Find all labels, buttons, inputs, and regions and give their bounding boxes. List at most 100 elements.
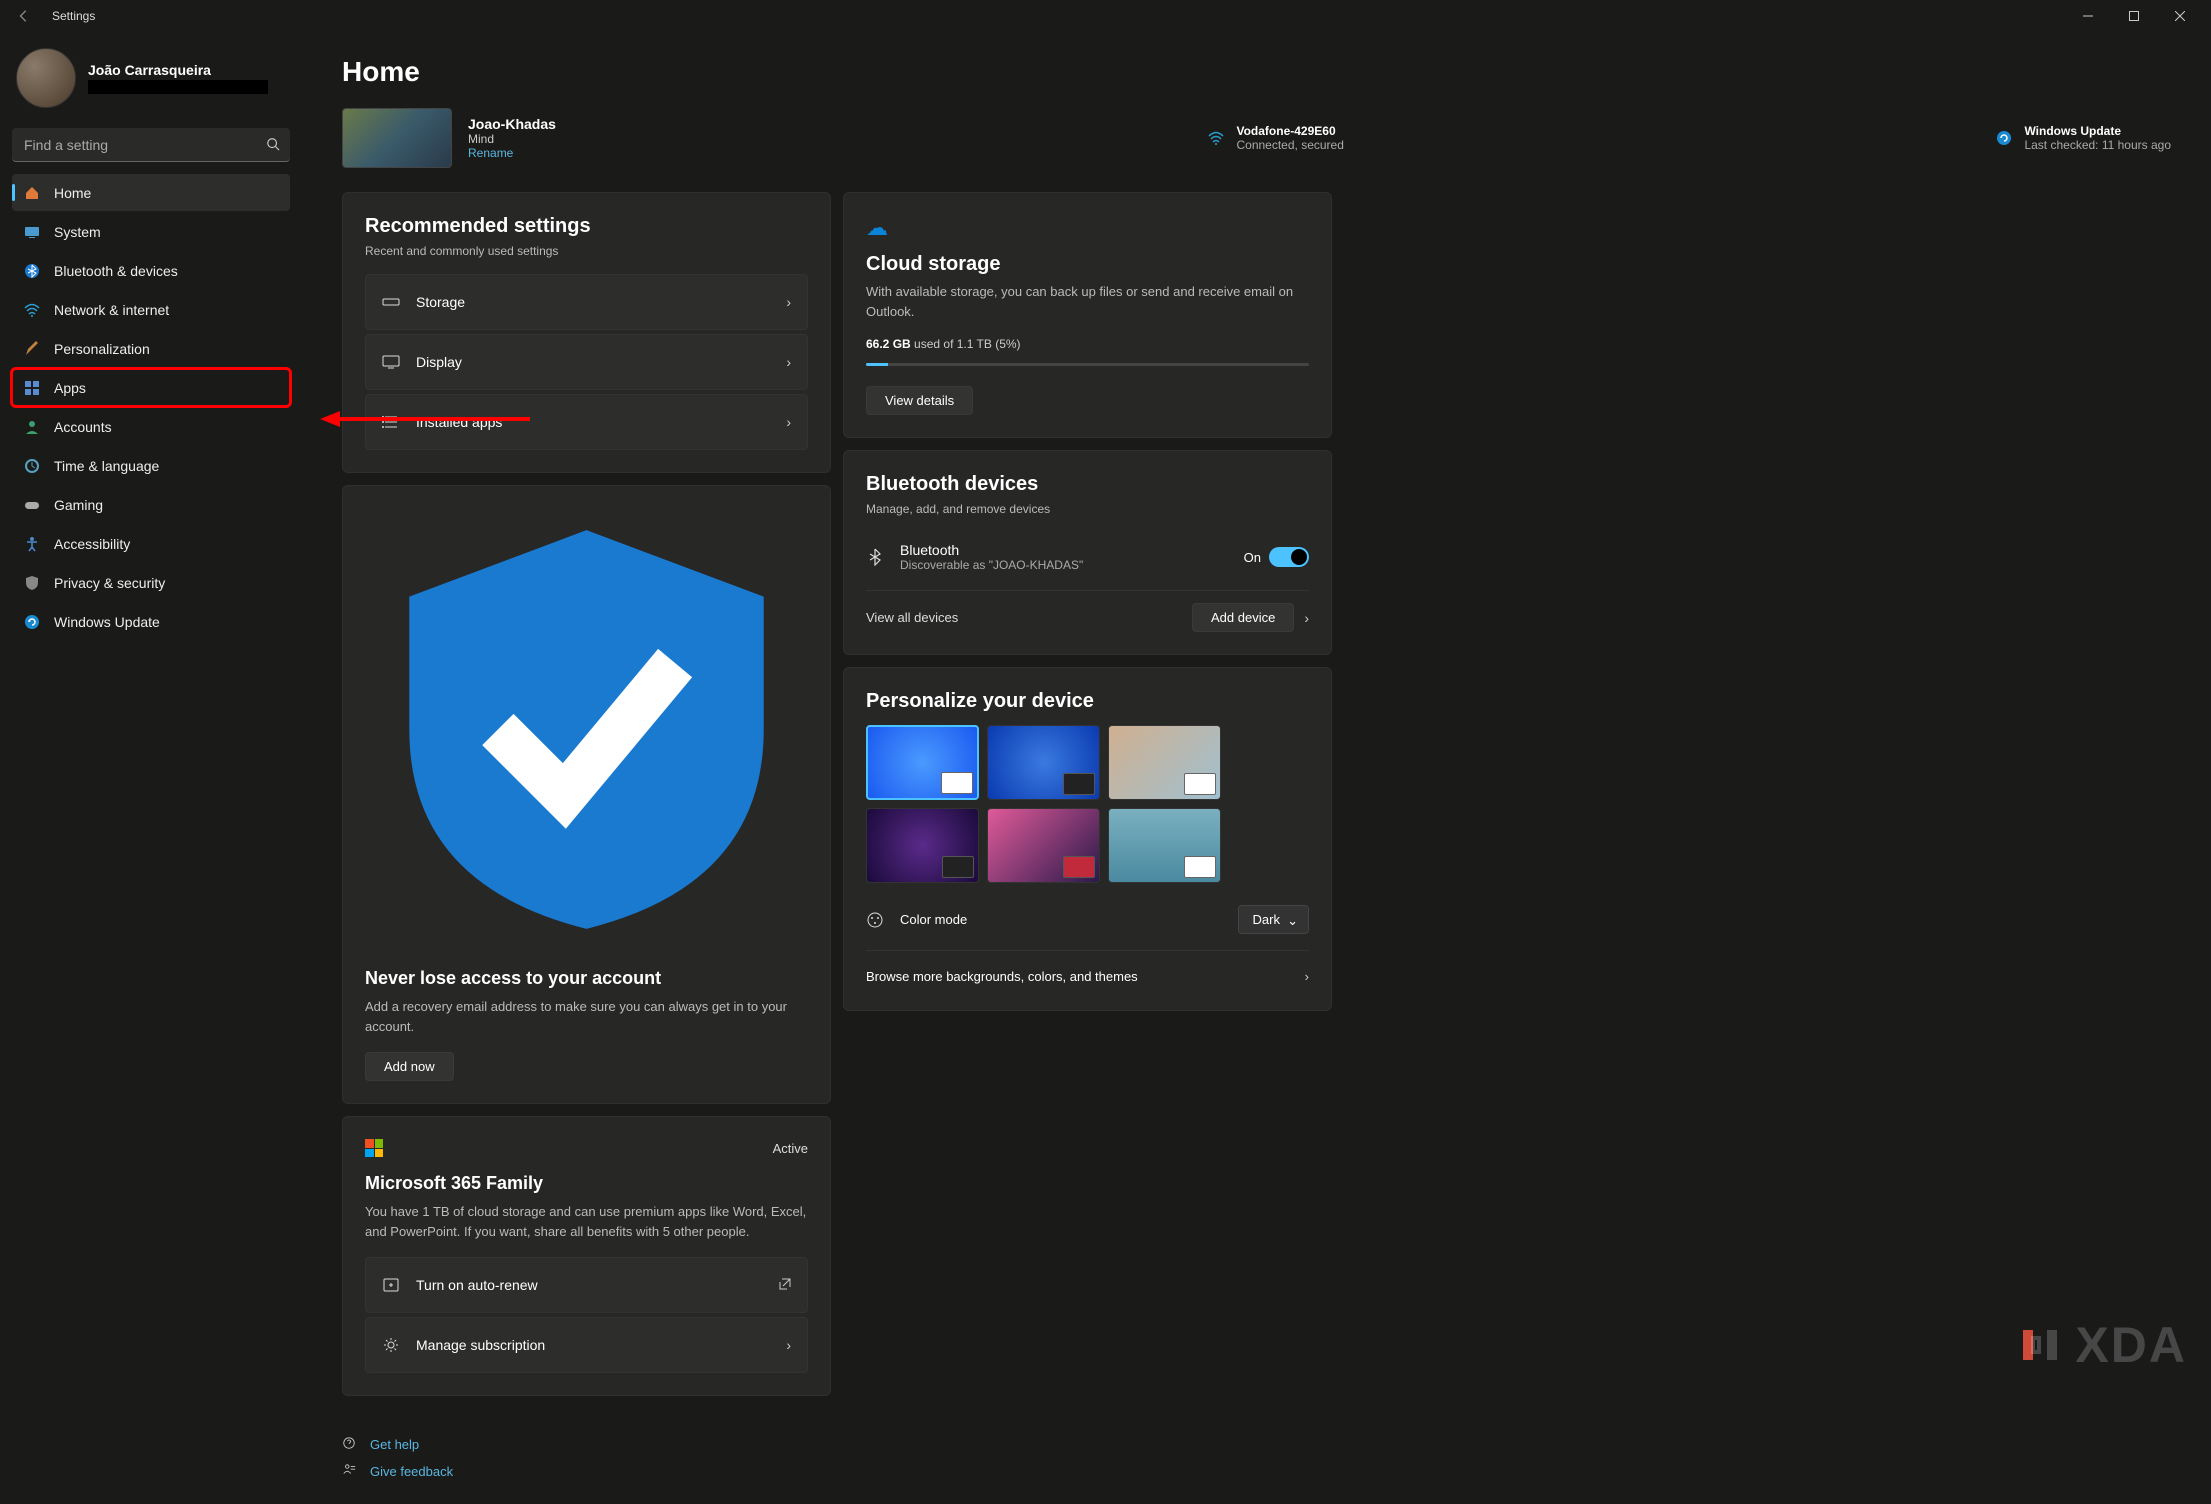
bluetooth-discoverable: Discoverable as "JOAO-KHADAS" bbox=[900, 558, 1228, 572]
rename-link[interactable]: Rename bbox=[468, 146, 556, 160]
sidebar-item-apps[interactable]: Apps bbox=[12, 369, 290, 406]
personalize-card: Personalize your device Color mode bbox=[843, 667, 1332, 1011]
sidebar: João Carrasqueira Home System bbox=[0, 32, 302, 1504]
update-icon bbox=[1996, 130, 2012, 146]
bluetooth-toggle[interactable] bbox=[1269, 547, 1309, 567]
main-content: Home Joao-Khadas Mind Rename Vodafone-42… bbox=[302, 32, 2211, 1504]
sidebar-item-gaming[interactable]: Gaming bbox=[12, 486, 290, 523]
wifi-name: Vodafone-429E60 bbox=[1236, 124, 1343, 138]
sidebar-item-bluetooth[interactable]: Bluetooth & devices bbox=[12, 252, 290, 289]
give-feedback-link[interactable]: Give feedback bbox=[342, 1463, 2171, 1480]
shield-check-icon bbox=[365, 938, 808, 954]
browse-themes-row[interactable]: Browse more backgrounds, colors, and the… bbox=[866, 951, 1309, 988]
setting-row-installed-apps[interactable]: Installed apps › bbox=[365, 394, 808, 450]
sidebar-item-label: Windows Update bbox=[54, 614, 160, 630]
toggle-state-label: On bbox=[1244, 550, 1261, 565]
cloud-storage-card: ☁ Cloud storage With available storage, … bbox=[843, 192, 1332, 438]
row-label: Display bbox=[416, 354, 770, 370]
shield-icon bbox=[24, 575, 40, 591]
feedback-icon bbox=[342, 1463, 356, 1480]
recommended-settings-card: Recommended settings Recent and commonly… bbox=[342, 192, 831, 473]
color-mode-label: Color mode bbox=[900, 912, 967, 927]
accessibility-icon bbox=[24, 536, 40, 552]
help-icon bbox=[342, 1436, 356, 1453]
windows-update-status[interactable]: Windows Update Last checked: 11 hours ag… bbox=[1996, 108, 2171, 168]
bluetooth-devices-card: Bluetooth devices Manage, add, and remov… bbox=[843, 450, 1332, 655]
sidebar-item-label: Accounts bbox=[54, 419, 112, 435]
sidebar-item-privacy[interactable]: Privacy & security bbox=[12, 564, 290, 601]
theme-option[interactable] bbox=[1108, 725, 1221, 800]
add-now-button[interactable]: Add now bbox=[365, 1052, 454, 1081]
microsoft-365-card: Active Microsoft 365 Family You have 1 T… bbox=[342, 1116, 831, 1396]
sidebar-item-system[interactable]: System bbox=[12, 213, 290, 250]
row-label: Storage bbox=[416, 294, 770, 310]
view-all-devices-link[interactable]: View all devices bbox=[866, 610, 958, 625]
device-info[interactable]: Joao-Khadas Mind Rename bbox=[342, 108, 556, 168]
search-input[interactable] bbox=[12, 128, 290, 162]
chevron-right-icon: › bbox=[786, 1337, 791, 1353]
chevron-down-icon: ⌄ bbox=[1287, 913, 1298, 929]
auto-renew-row[interactable]: Turn on auto-renew bbox=[365, 1257, 808, 1313]
chevron-right-icon: › bbox=[786, 294, 791, 310]
get-help-link[interactable]: Get help bbox=[342, 1436, 2171, 1453]
wifi-connection-status: Connected, secured bbox=[1236, 138, 1343, 152]
sidebar-item-label: Gaming bbox=[54, 497, 103, 513]
color-mode-select[interactable]: Dark ⌄ bbox=[1238, 905, 1309, 934]
bluetooth-icon bbox=[24, 263, 40, 279]
add-device-button[interactable]: Add device bbox=[1192, 603, 1294, 632]
update-icon bbox=[24, 614, 40, 630]
external-link-icon bbox=[779, 1277, 791, 1293]
theme-option[interactable] bbox=[866, 808, 979, 883]
clock-icon bbox=[24, 458, 40, 474]
view-details-button[interactable]: View details bbox=[866, 386, 973, 415]
theme-option[interactable] bbox=[987, 808, 1100, 883]
card-title: Cloud storage bbox=[866, 253, 1309, 276]
apps-icon bbox=[24, 380, 40, 396]
sidebar-item-accounts[interactable]: Accounts bbox=[12, 408, 290, 445]
card-description: Add a recovery email address to make sur… bbox=[365, 997, 808, 1036]
bluetooth-icon bbox=[866, 548, 884, 566]
theme-option[interactable] bbox=[866, 725, 979, 800]
window-title: Settings bbox=[52, 9, 95, 23]
theme-option[interactable] bbox=[987, 725, 1100, 800]
maximize-button[interactable] bbox=[2111, 0, 2157, 32]
sidebar-item-personalization[interactable]: Personalization bbox=[12, 330, 290, 367]
minimize-button[interactable] bbox=[2065, 0, 2111, 32]
theme-option[interactable] bbox=[1108, 808, 1221, 883]
renew-icon bbox=[382, 1276, 400, 1294]
wifi-status[interactable]: Vodafone-429E60 Connected, secured bbox=[1208, 108, 1343, 168]
back-button[interactable] bbox=[8, 0, 40, 32]
sidebar-item-home[interactable]: Home bbox=[12, 174, 290, 211]
card-subtitle: Manage, add, and remove devices bbox=[866, 502, 1309, 516]
sidebar-item-label: Home bbox=[54, 185, 91, 201]
card-title: Bluetooth devices bbox=[866, 473, 1309, 496]
chevron-right-icon: › bbox=[786, 414, 791, 430]
storage-icon bbox=[382, 293, 400, 311]
sidebar-item-time-language[interactable]: Time & language bbox=[12, 447, 290, 484]
sidebar-item-accessibility[interactable]: Accessibility bbox=[12, 525, 290, 562]
setting-row-storage[interactable]: Storage › bbox=[365, 274, 808, 330]
card-title: Never lose access to your account bbox=[365, 968, 808, 989]
setting-row-display[interactable]: Display › bbox=[365, 334, 808, 390]
person-icon bbox=[24, 419, 40, 435]
palette-icon bbox=[866, 911, 884, 929]
wifi-icon bbox=[1208, 130, 1224, 146]
storage-usage-text: 66.2 GB used of 1.1 TB (5%) bbox=[866, 337, 1309, 351]
list-icon bbox=[382, 413, 400, 431]
card-title: Recommended settings bbox=[365, 215, 808, 238]
sidebar-item-label: Network & internet bbox=[54, 302, 169, 318]
gamepad-icon bbox=[24, 497, 40, 513]
update-title: Windows Update bbox=[2024, 124, 2171, 138]
card-title: Personalize your device bbox=[866, 690, 1309, 713]
system-icon bbox=[24, 224, 40, 240]
device-image bbox=[342, 108, 452, 168]
manage-subscription-row[interactable]: Manage subscription › bbox=[365, 1317, 808, 1373]
close-button[interactable] bbox=[2157, 0, 2203, 32]
sidebar-item-network[interactable]: Network & internet bbox=[12, 291, 290, 328]
user-profile[interactable]: João Carrasqueira bbox=[12, 40, 290, 124]
sidebar-item-windows-update[interactable]: Windows Update bbox=[12, 603, 290, 640]
device-name: Joao-Khadas bbox=[468, 116, 556, 132]
card-title: Microsoft 365 Family bbox=[365, 1173, 808, 1194]
chevron-right-icon[interactable]: › bbox=[1304, 610, 1309, 626]
display-icon bbox=[382, 353, 400, 371]
